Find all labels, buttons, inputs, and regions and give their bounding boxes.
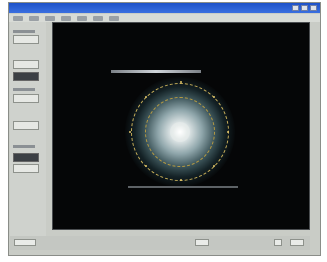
ring-marker	[213, 96, 215, 98]
tool-button[interactable]	[13, 153, 39, 162]
window-controls	[292, 5, 317, 11]
status-field	[274, 239, 282, 246]
ring-marker	[129, 131, 131, 133]
menu-item[interactable]	[13, 15, 23, 21]
tool-button[interactable]	[13, 121, 39, 130]
menu-item[interactable]	[93, 15, 103, 21]
tool-button[interactable]	[13, 164, 39, 173]
ring-marker	[180, 81, 182, 83]
minimize-button[interactable]	[292, 5, 299, 11]
status-bar	[10, 236, 310, 250]
menu-item[interactable]	[77, 15, 87, 21]
ring-marker	[145, 165, 147, 167]
scale-bar	[111, 70, 201, 73]
tool-label	[13, 145, 35, 148]
center-spot	[170, 122, 190, 142]
ring-marker	[145, 96, 147, 98]
tool-label	[13, 88, 35, 91]
maximize-button[interactable]	[301, 5, 308, 11]
status-field	[290, 239, 304, 246]
tool-button[interactable]	[13, 35, 39, 44]
ring-marker	[180, 179, 182, 181]
menu-item[interactable]	[109, 15, 119, 21]
title-bar	[9, 3, 320, 13]
menu-item[interactable]	[29, 15, 39, 21]
bottom-scale-bar	[128, 186, 238, 188]
status-field	[14, 239, 36, 246]
tool-label	[13, 30, 35, 33]
menu-item[interactable]	[61, 15, 71, 21]
menu-bar	[9, 14, 320, 22]
ring-marker	[227, 131, 229, 133]
tool-panel	[10, 22, 46, 242]
ring-marker	[213, 165, 215, 167]
status-field	[195, 239, 209, 246]
tool-button[interactable]	[13, 60, 39, 69]
menu-item[interactable]	[45, 15, 55, 21]
tool-button[interactable]	[13, 94, 39, 103]
image-viewport[interactable]	[52, 22, 310, 230]
close-button[interactable]	[310, 5, 317, 11]
tool-button[interactable]	[13, 72, 39, 81]
